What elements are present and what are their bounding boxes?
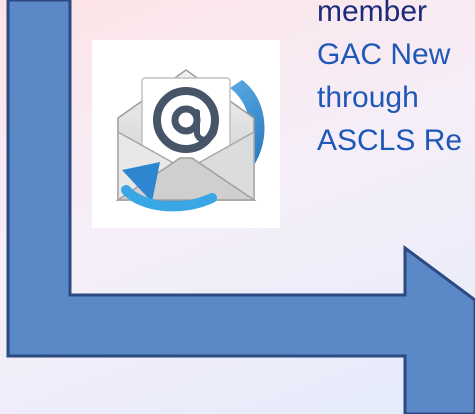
l-shaped-arrow-icon [6,0,475,414]
